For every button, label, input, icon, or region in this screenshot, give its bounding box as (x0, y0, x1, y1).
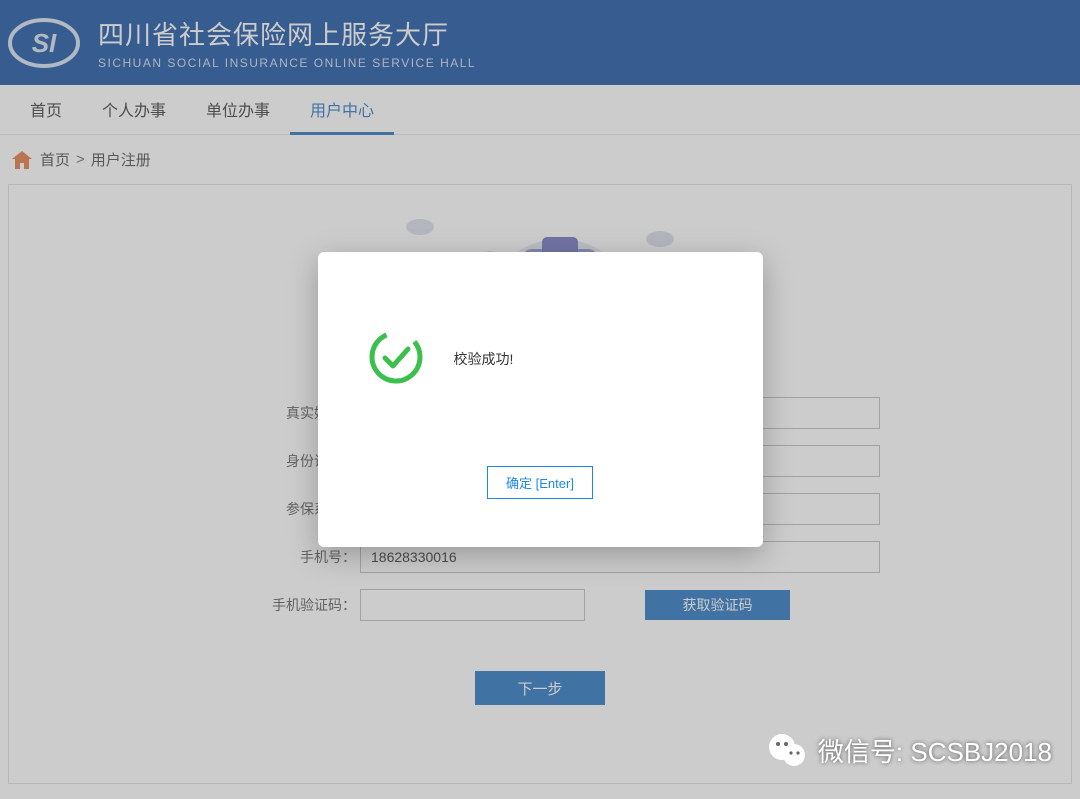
dialog-message: 校验成功! (454, 349, 514, 369)
watermark: 微信号: SCSBJ2018 (766, 729, 1052, 771)
wechat-icon (766, 729, 808, 771)
success-check-icon (368, 329, 424, 390)
modal-overlay: 校验成功! 确定 [Enter] (0, 0, 1080, 799)
dialog-confirm-button[interactable]: 确定 [Enter] (487, 466, 593, 499)
success-dialog: 校验成功! 确定 [Enter] (318, 252, 763, 547)
watermark-text: 微信号: SCSBJ2018 (818, 732, 1052, 769)
